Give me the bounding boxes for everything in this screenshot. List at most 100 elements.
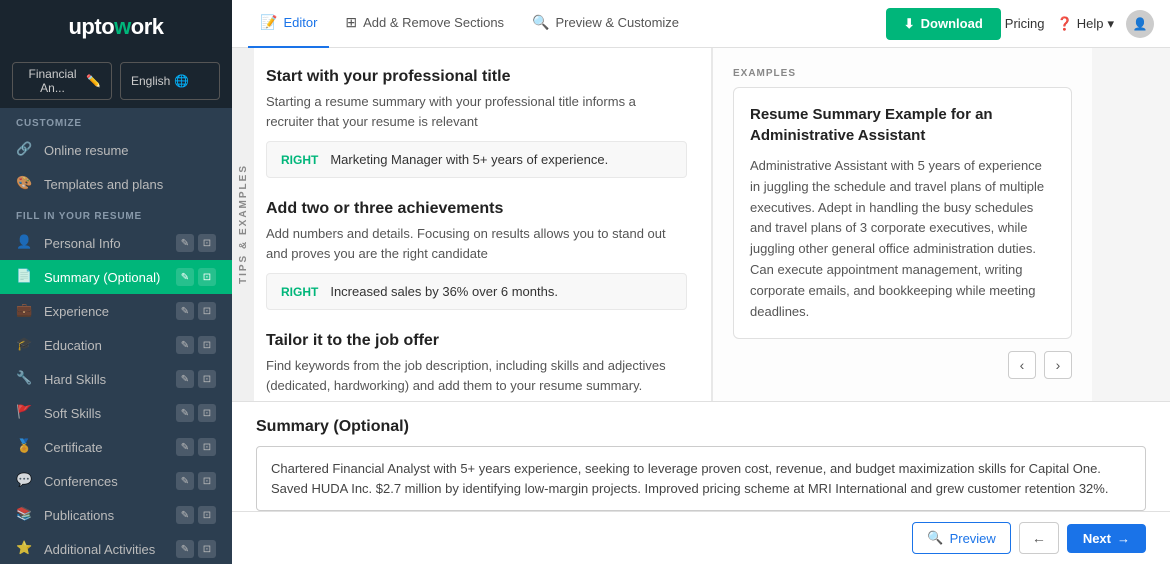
sidebar-item-certificate[interactable]: 🏅 Certificate ✎ ⊡ (0, 430, 232, 464)
main-area: 📝 Editor ⊞ Add & Remove Sections 🔍 Previ… (232, 0, 1170, 564)
publications-icon: 📚 (16, 506, 34, 524)
tips-sidebar-text: TIPS & EXAMPLES (238, 164, 249, 284)
tips-panel: TIPS & EXAMPLES Start with your professi… (232, 48, 712, 401)
certificate-view-btn[interactable]: ⊡ (198, 438, 216, 456)
tips-content: Start with your professional title Start… (266, 68, 687, 401)
tip-achievements-desc: Add numbers and details. Focusing on res… (266, 224, 687, 263)
hard-skills-edit-btn[interactable]: ✎ (176, 370, 194, 388)
soft-skills-view-btn[interactable]: ⊡ (198, 404, 216, 422)
tab-add-remove[interactable]: ⊞ Add & Remove Sections (333, 0, 516, 48)
publications-actions: ✎ ⊡ (176, 506, 216, 524)
online-resume-icon: 🔗 (16, 141, 34, 159)
additional-icon: ⭐ (16, 540, 34, 558)
sidebar-item-hard-skills[interactable]: 🔧 Hard Skills ✎ ⊡ (0, 362, 232, 396)
topnav: 📝 Editor ⊞ Add & Remove Sections 🔍 Previ… (232, 0, 1170, 48)
editor-icon: 📝 (260, 14, 277, 31)
language-btn-label: English (131, 74, 170, 88)
sidebar-item-personal-info[interactable]: 👤 Personal Info ✎ ⊡ (0, 226, 232, 260)
personal-info-edit-btn[interactable]: ✎ (176, 234, 194, 252)
additional-label: Additional Activities (44, 542, 166, 557)
sidebar-controls: Financial An... ✏️ English 🌐 (0, 54, 232, 108)
sidebar-item-publications[interactable]: 📚 Publications ✎ ⊡ (0, 498, 232, 532)
additional-edit-btn[interactable]: ✎ (176, 540, 194, 558)
publications-label: Publications (44, 508, 166, 523)
preview-label: Preview (950, 531, 996, 546)
sidebar-item-conferences[interactable]: 💬 Conferences ✎ ⊡ (0, 464, 232, 498)
online-resume-label: Online resume (44, 143, 216, 158)
tip-tailor-desc: Find keywords from the job description, … (266, 356, 687, 395)
download-label: Download (921, 16, 983, 31)
soft-skills-actions: ✎ ⊡ (176, 404, 216, 422)
chevron-down-icon: ▾ (1107, 16, 1114, 32)
tip-title-desc: Starting a resume summary with your prof… (266, 92, 687, 131)
examples-next-btn[interactable]: › (1044, 351, 1072, 379)
hard-skills-label: Hard Skills (44, 372, 166, 387)
pricing-link[interactable]: Pricing (1005, 16, 1045, 31)
tab-preview[interactable]: 🔍 Preview & Customize (520, 0, 691, 48)
experience-label: Experience (44, 304, 166, 319)
education-actions: ✎ ⊡ (176, 336, 216, 354)
sidebar-item-templates[interactable]: 🎨 Templates and plans (0, 167, 232, 201)
logo-text: uptowork (68, 14, 163, 40)
financial-btn[interactable]: Financial An... ✏️ (12, 62, 112, 100)
soft-skills-icon: 🚩 (16, 404, 34, 422)
education-view-btn[interactable]: ⊡ (198, 336, 216, 354)
download-icon: ⬇ (904, 16, 915, 32)
summary-edit-btn[interactable]: ✎ (176, 268, 194, 286)
financial-btn-label: Financial An... (23, 67, 82, 95)
edit-icon: ✏️ (86, 74, 101, 88)
back-arrow-icon: ← (1032, 530, 1046, 546)
summary-icon: 📄 (16, 268, 34, 286)
personal-info-view-btn[interactable]: ⊡ (198, 234, 216, 252)
summary-view-btn[interactable]: ⊡ (198, 268, 216, 286)
add-remove-label: Add & Remove Sections (363, 15, 504, 30)
language-btn[interactable]: English 🌐 (120, 62, 220, 100)
conferences-view-btn[interactable]: ⊡ (198, 472, 216, 490)
sidebar-item-experience[interactable]: 💼 Experience ✎ ⊡ (0, 294, 232, 328)
conferences-icon: 💬 (16, 472, 34, 490)
examples-card-title: Resume Summary Example for an Administra… (750, 104, 1055, 146)
sidebar-item-online-resume[interactable]: 🔗 Online resume (0, 133, 232, 167)
summary-text[interactable]: Chartered Financial Analyst with 5+ year… (256, 446, 1146, 511)
hard-skills-view-btn[interactable]: ⊡ (198, 370, 216, 388)
sidebar-item-summary[interactable]: 📄 Summary (Optional) ✎ ⊡ (0, 260, 232, 294)
summary-label: Summary (Optional) (44, 270, 166, 285)
additional-view-btn[interactable]: ⊡ (198, 540, 216, 558)
soft-skills-edit-btn[interactable]: ✎ (176, 404, 194, 422)
experience-edit-btn[interactable]: ✎ (176, 302, 194, 320)
globe-icon: 🌐 (174, 74, 189, 88)
user-avatar[interactable]: 👤 (1126, 10, 1154, 38)
download-button[interactable]: ⬇ Download (886, 8, 1001, 40)
editor-label: Editor (283, 15, 317, 30)
preview-button[interactable]: 🔍 Preview (912, 522, 1010, 554)
certificate-edit-btn[interactable]: ✎ (176, 438, 194, 456)
tip-professional-title: Start with your professional title Start… (266, 68, 687, 178)
conferences-edit-btn[interactable]: ✎ (176, 472, 194, 490)
summary-section: Summary (Optional) Chartered Financial A… (232, 401, 1170, 511)
examples-card-text: Administrative Assistant with 5 years of… (750, 156, 1055, 322)
education-label: Education (44, 338, 166, 353)
templates-icon: 🎨 (16, 175, 34, 193)
next-label: Next (1083, 531, 1111, 546)
preview-nav-icon: 🔍 (532, 14, 549, 31)
help-menu[interactable]: ❓ Help ▾ (1057, 16, 1114, 32)
sidebar-item-additional[interactable]: ⭐ Additional Activities ✎ ⊡ (0, 532, 232, 564)
publications-view-btn[interactable]: ⊡ (198, 506, 216, 524)
certificate-icon: 🏅 (16, 438, 34, 456)
tip-achievements-heading: Add two or three achievements (266, 200, 687, 218)
personal-info-icon: 👤 (16, 234, 34, 252)
experience-icon: 💼 (16, 302, 34, 320)
back-button[interactable]: ← (1019, 522, 1059, 554)
sidebar-item-soft-skills[interactable]: 🚩 Soft Skills ✎ ⊡ (0, 396, 232, 430)
tab-editor[interactable]: 📝 Editor (248, 0, 329, 48)
publications-edit-btn[interactable]: ✎ (176, 506, 194, 524)
tip-title-badge: RIGHT (281, 153, 318, 167)
next-button[interactable]: Next → (1067, 524, 1146, 553)
sidebar-item-education[interactable]: 🎓 Education ✎ ⊡ (0, 328, 232, 362)
tip-title-heading: Start with your professional title (266, 68, 687, 86)
education-edit-btn[interactable]: ✎ (176, 336, 194, 354)
examples-prev-btn[interactable]: ‹ (1008, 351, 1036, 379)
tip-achievements-example: RIGHT Increased sales by 36% over 6 mont… (266, 273, 687, 310)
additional-actions: ✎ ⊡ (176, 540, 216, 558)
experience-view-btn[interactable]: ⊡ (198, 302, 216, 320)
